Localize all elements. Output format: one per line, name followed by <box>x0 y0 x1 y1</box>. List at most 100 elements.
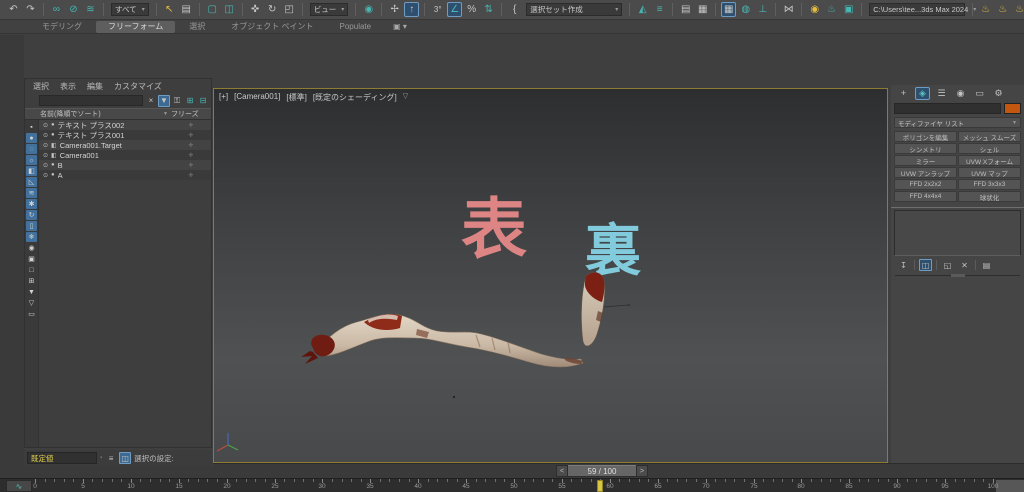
scene-object-row[interactable]: ⊙ ● テキスト プラス002 ✛ <box>39 120 211 130</box>
mirror-icon[interactable]: ◭ <box>635 2 650 17</box>
filter-lights-icon[interactable]: ☼ <box>26 155 37 165</box>
select-by-name-icon[interactable]: ▤ <box>179 2 194 17</box>
lock-explorer-icon[interactable]: ⚿ <box>171 95 183 107</box>
name-column-header[interactable]: 名前(降順でソート) <box>25 109 163 119</box>
filter-cameras-icon[interactable]: ◧ <box>26 166 37 176</box>
remove-modifier-icon[interactable]: ✕ <box>958 259 971 271</box>
previous-frame-button[interactable]: < <box>556 465 568 477</box>
viewport-label-segment-0[interactable]: [+] <box>219 92 228 103</box>
uvw-map-button[interactable]: UVW マップ <box>958 167 1021 178</box>
cp-tab-utilities[interactable]: ⚙ <box>991 87 1006 100</box>
filter-shapes-icon[interactable]: ◌ <box>26 144 37 154</box>
visibility-eye-icon[interactable]: ⊙ <box>43 142 48 149</box>
use-pivot-point-center-icon[interactable]: ◉ <box>361 2 376 17</box>
visibility-eye-icon[interactable]: ⊙ <box>43 172 48 179</box>
expand-all-icon[interactable]: ⊞ <box>184 95 196 107</box>
ffd-2x2x2-button[interactable]: FFD 2x2x2 <box>894 179 957 190</box>
modifier-stack-list[interactable] <box>894 210 1021 256</box>
render-setup-icon[interactable]: ♨ <box>824 2 839 17</box>
make-unique-icon[interactable]: ◱ <box>941 259 954 271</box>
select-and-link-icon[interactable]: ∞ <box>49 2 64 17</box>
explorer-search-input[interactable] <box>39 95 143 106</box>
cp-tab-hierarchy[interactable]: ☰ <box>934 87 949 100</box>
freeze-toggle-icon[interactable]: ✛ <box>171 152 211 159</box>
filter-space-warps-icon[interactable]: ≋ <box>26 188 37 198</box>
preset-dropdown[interactable]: 既定値 <box>27 452 97 464</box>
cp-tab-create[interactable]: + <box>896 87 911 100</box>
freeze-toggle-icon[interactable]: ✛ <box>171 132 211 139</box>
pin-stack-icon[interactable]: ↧ <box>897 259 910 271</box>
viewport-label-segment-2[interactable]: [標準] <box>286 92 306 103</box>
visibility-eye-icon[interactable]: ⊙ <box>43 132 48 139</box>
scene-object-row[interactable]: ⊙ ● B ✛ <box>39 160 211 170</box>
percent-snap-icon[interactable]: % <box>464 2 479 17</box>
shell-button[interactable]: シェル <box>958 143 1021 154</box>
container-bucket-icon[interactable]: ▭ <box>26 309 37 319</box>
select-and-rotate-icon[interactable]: ↻ <box>265 2 280 17</box>
batch-render-icon[interactable]: ♨ <box>978 2 993 17</box>
mirror-button[interactable]: ミラー <box>894 155 957 166</box>
select-and-scale-icon[interactable]: ◰ <box>282 2 297 17</box>
spinner-snap-icon[interactable]: ⇅ <box>481 2 496 17</box>
viewport-layout-tabs-icon[interactable]: ▦ <box>721 2 737 17</box>
ribbon-tab-populate[interactable]: Populate <box>328 21 384 33</box>
uvw-xform-button[interactable]: UVW Xフォーム <box>958 155 1021 166</box>
filter-frozen-icon[interactable]: ❄ <box>26 232 37 242</box>
freeze-toggle-icon[interactable]: ✛ <box>171 172 211 179</box>
render-to-texture-icon[interactable]: ♨ <box>995 2 1010 17</box>
rollout-separator[interactable] <box>895 274 1020 278</box>
material-editor-icon[interactable]: ◉ <box>807 2 822 17</box>
viewport-label-segment-3[interactable]: [既定のシェーディング] <box>313 92 397 103</box>
track-bar[interactable]: ∿ 0 5 10 15 20 25 30 35 40 45 50 55 60 65 70 75 80 85 90 95… <box>0 478 1024 492</box>
modifier-list-dropdown[interactable]: モディファイヤ リスト ▼ <box>894 117 1021 128</box>
symmetry-button[interactable]: シンメトリ <box>894 143 957 154</box>
cp-tab-modify[interactable]: ◈ <box>915 86 930 100</box>
sync-icon[interactable]: ≡ <box>105 452 117 464</box>
camera-viewport[interactable]: [+] [Camera001] [標準] [既定のシェーディング] ▽ 表 裏 <box>213 88 888 463</box>
ribbon-config-icon[interactable]: ▣ ▾ <box>393 22 407 31</box>
project-folder-dropdown[interactable]: C:\Users\tee...3ds Max 2024 ▾ <box>869 3 976 16</box>
freeze-toggle-icon[interactable]: ✛ <box>171 162 211 169</box>
curve-editor-icon[interactable]: ⊥ <box>755 2 770 17</box>
redo-icon[interactable]: ↷ <box>23 2 38 17</box>
scene-object-row[interactable]: ⊙ ◧ Camera001.Target ✛ <box>39 140 211 150</box>
toggle-layer-explorer-icon[interactable]: ▦ <box>695 2 710 17</box>
lock-selection-icon[interactable]: ◫ <box>119 452 132 464</box>
cp-tab-motion[interactable]: ◉ <box>953 87 968 100</box>
freeze-toggle-icon[interactable]: ✛ <box>171 142 211 149</box>
visibility-eye-icon[interactable]: ⊙ <box>43 122 48 129</box>
text-object-front[interactable]: 表 <box>461 192 527 266</box>
show-single-icon[interactable]: ⊞ <box>26 276 37 286</box>
explorer-options-icon[interactable]: ▪ <box>26 122 37 132</box>
toggle-scene-explorer-icon[interactable]: ▤ <box>678 2 693 17</box>
select-object-icon[interactable]: ↖ <box>162 2 177 17</box>
filter-geometry-icon[interactable]: ● <box>26 133 37 143</box>
angle-snap-icon[interactable]: ∠ <box>447 2 463 17</box>
filter-containers-icon[interactable]: ▯ <box>26 221 37 231</box>
explorer-menu-display[interactable]: 表示 <box>60 81 76 92</box>
bind-to-space-warp-icon[interactable]: ≋ <box>83 2 98 17</box>
edit-named-selection-sets-icon[interactable]: { <box>507 2 522 17</box>
next-frame-button[interactable]: > <box>636 465 648 477</box>
scene-object-row[interactable]: ⊙ ● テキスト プラス001 ✛ <box>39 130 211 140</box>
mesh-smooth-button[interactable]: メッシュ スムーズ <box>958 131 1021 142</box>
time-slider-handle[interactable]: < 59 / 100 > <box>556 465 648 477</box>
ribbon-tab-selection[interactable]: 選択 <box>177 21 217 33</box>
reference-coordinate-system-dropdown[interactable]: ビュー ▾ <box>309 3 349 16</box>
snaps-toggle-icon[interactable]: 3° <box>430 2 445 17</box>
filter-bones-icon[interactable]: ↻ <box>26 210 37 220</box>
mesh-object-small[interactable] <box>581 272 631 347</box>
display-influences-icon[interactable]: ▣ <box>26 254 37 264</box>
unwrap-uvw-button[interactable]: UVW アンラップ <box>894 167 957 178</box>
ffd-4x4x4-button[interactable]: FFD 4x4x4 <box>894 191 957 202</box>
visibility-eye-icon[interactable]: ⊙ <box>43 162 48 169</box>
window-crossing-icon[interactable]: ◫ <box>222 2 237 17</box>
mesh-object-long[interactable] <box>301 313 584 368</box>
ribbon-tab-object-paint[interactable]: オブジェクト ペイント <box>219 21 325 33</box>
spherify-button[interactable]: 球状化 <box>958 191 1021 202</box>
scene-object-row[interactable]: ⊙ ◧ Camera001 ✛ <box>39 150 211 160</box>
current-frame-label[interactable]: 59 / 100 <box>568 465 636 477</box>
ribbon-tab-modeling[interactable]: モデリング <box>30 21 94 33</box>
schematic-view-icon[interactable]: ⋈ <box>781 2 796 17</box>
show-end-result-icon[interactable]: ◫ <box>919 259 932 271</box>
